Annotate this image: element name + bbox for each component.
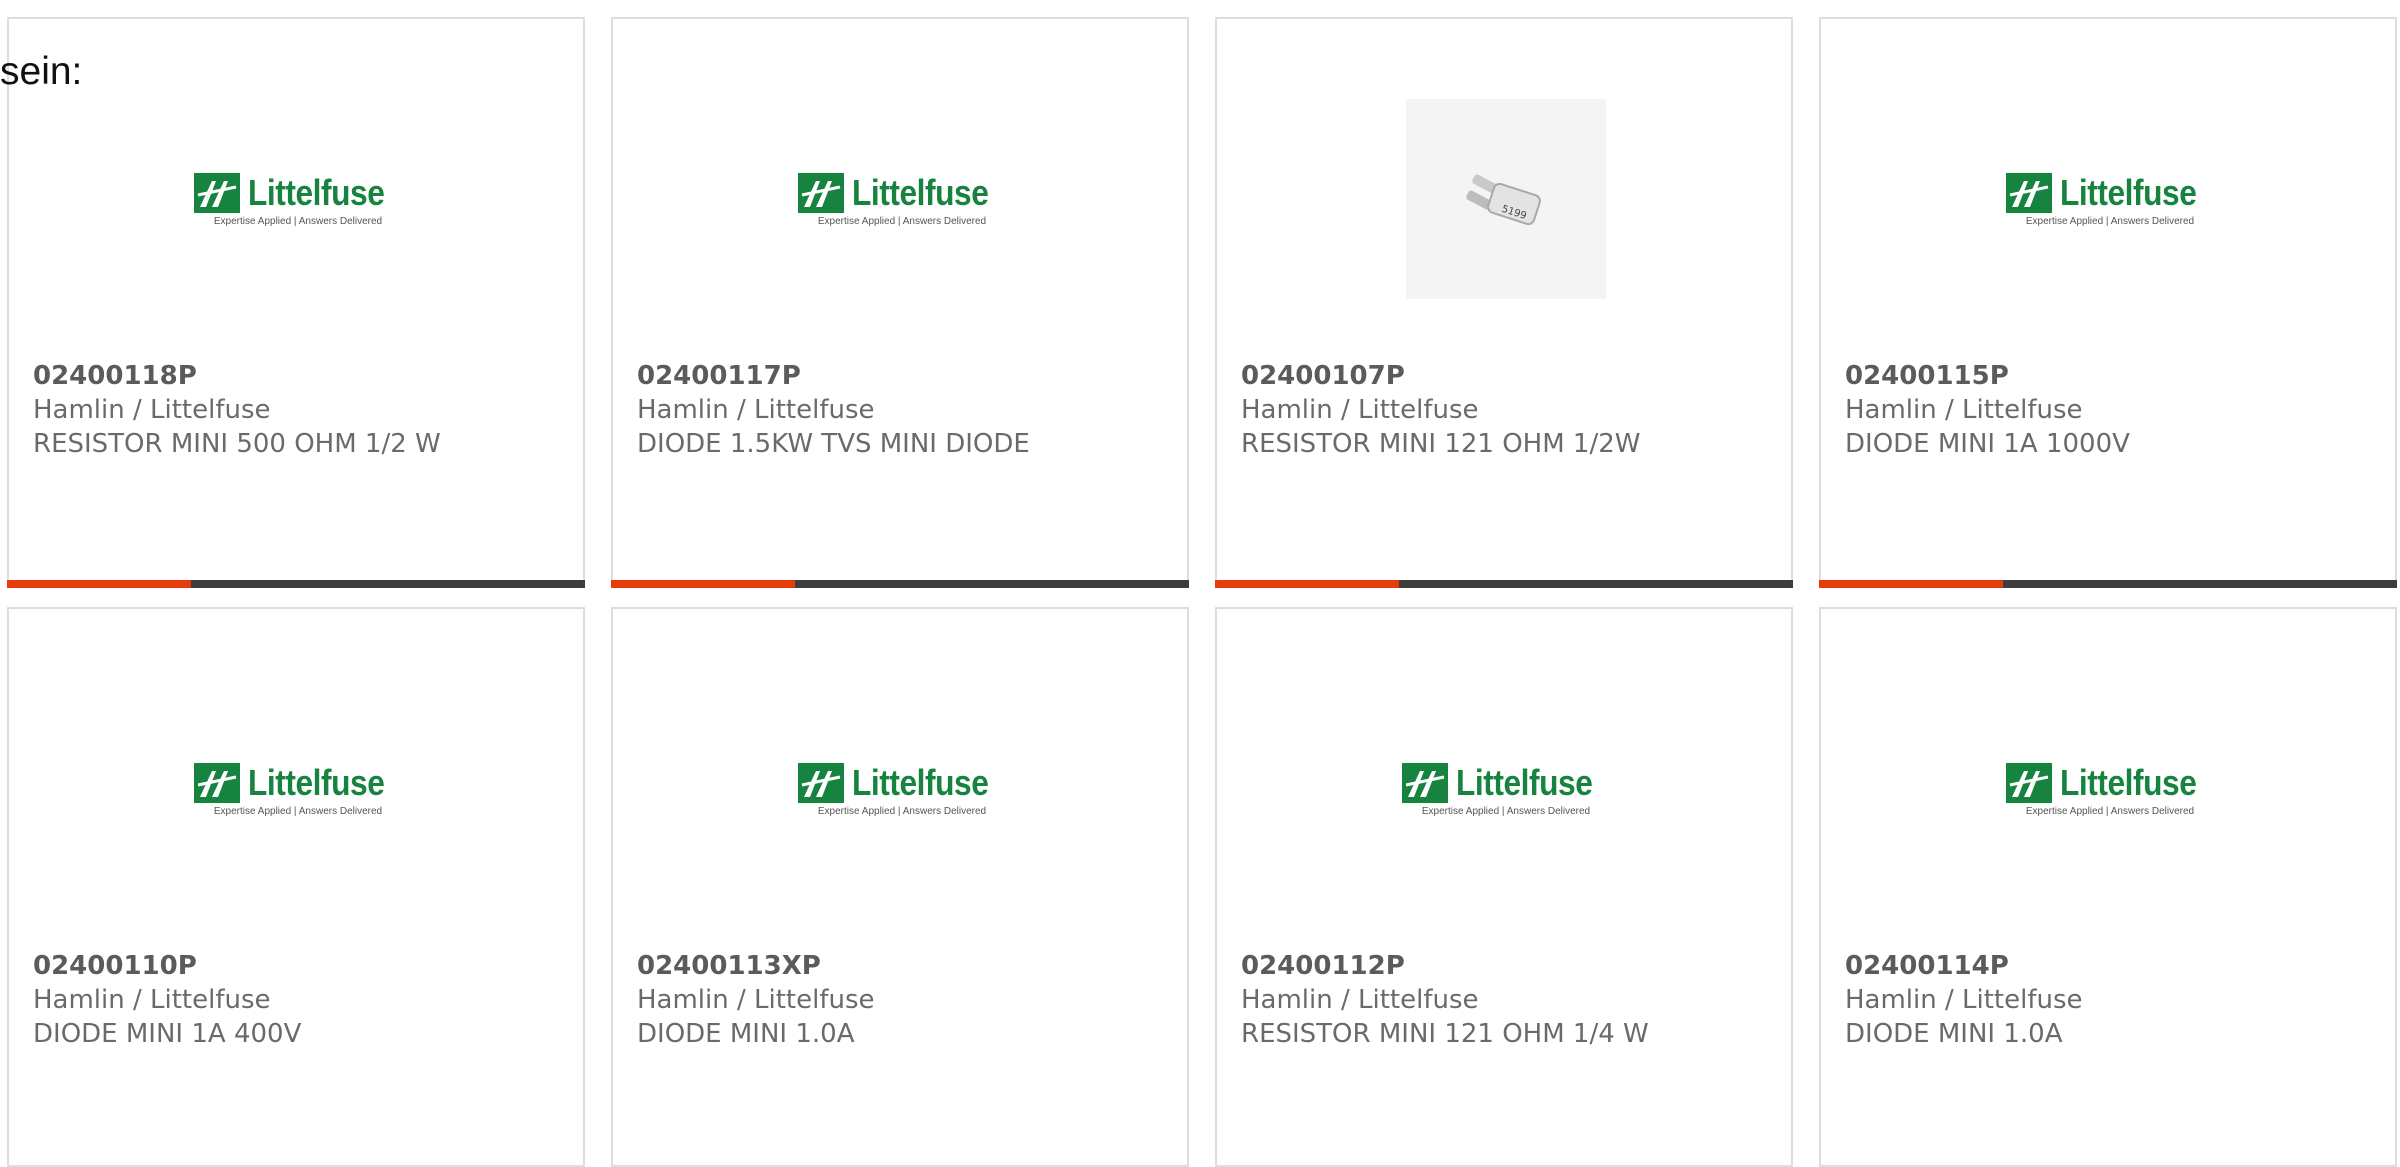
product-image[interactable]: Littelfuse Expertise Applied | Answers D…: [193, 689, 398, 889]
intro-text: sein:: [0, 50, 83, 93]
card-bottom-bar: [611, 580, 1189, 588]
littelfuse-logo: Littelfuse Expertise Applied | Answers D…: [193, 762, 403, 817]
description: DIODE MINI 1A 400V: [33, 1019, 302, 1049]
manufacturer: Hamlin / Littelfuse: [33, 395, 271, 425]
product-card[interactable]: Littelfuse Expertise Applied | Answers D…: [1819, 17, 2397, 588]
manufacturer: Hamlin / Littelfuse: [33, 985, 271, 1015]
littelfuse-emblem-icon: [797, 762, 844, 803]
littelfuse-emblem-icon: [2005, 762, 2052, 803]
littelfuse-emblem-icon: [797, 172, 844, 213]
description: DIODE MINI 1.0A: [637, 1019, 855, 1049]
description: RESISTOR MINI 500 OHM 1/2 W: [33, 429, 441, 459]
manufacturer: Hamlin / Littelfuse: [1241, 985, 1479, 1015]
product-image[interactable]: Littelfuse Expertise Applied | Answers D…: [1401, 689, 1606, 889]
manufacturer: Hamlin / Littelfuse: [637, 395, 875, 425]
product-image[interactable]: Littelfuse Expertise Applied | Answers D…: [797, 99, 1002, 299]
product-image[interactable]: Littelfuse Expertise Applied | Answers D…: [193, 99, 398, 299]
description: DIODE 1.5KW TVS MINI DIODE: [637, 429, 1030, 459]
product-image[interactable]: Littelfuse Expertise Applied | Answers D…: [797, 689, 1002, 889]
manufacturer: Hamlin / Littelfuse: [1241, 395, 1479, 425]
description: RESISTOR MINI 121 OHM 1/2W: [1241, 429, 1641, 459]
description: RESISTOR MINI 121 OHM 1/4 W: [1241, 1019, 1649, 1049]
littelfuse-emblem-icon: [1401, 762, 1448, 803]
littelfuse-logo: Littelfuse Expertise Applied | Answers D…: [1401, 762, 1611, 817]
part-number[interactable]: 02400113XP: [637, 949, 1177, 983]
card-bottom-bar: [1215, 580, 1793, 588]
product-card[interactable]: Littelfuse Expertise Applied | Answers D…: [7, 17, 585, 588]
part-number[interactable]: 02400117P: [637, 359, 1177, 393]
product-image[interactable]: Littelfuse Expertise Applied | Answers D…: [2005, 99, 2210, 299]
product-image[interactable]: Littelfuse Expertise Applied | Answers D…: [2005, 689, 2210, 889]
description: DIODE MINI 1A 1000V: [1845, 429, 2130, 459]
card-bottom-bar: [1819, 580, 2397, 588]
product-card[interactable]: Littelfuse Expertise Applied | Answers D…: [611, 17, 1189, 588]
product-card[interactable]: 5199 02400107P Hamlin / Littelfuse RESIS…: [1215, 17, 1793, 588]
littelfuse-emblem-icon: [193, 762, 240, 803]
manufacturer: Hamlin / Littelfuse: [1845, 395, 2083, 425]
resistor-module-photo: 5199: [1466, 174, 1541, 226]
part-number[interactable]: 02400107P: [1241, 359, 1781, 393]
product-card[interactable]: Littelfuse Expertise Applied | Answers D…: [611, 607, 1189, 1167]
littelfuse-logo: Littelfuse Expertise Applied | Answers D…: [797, 172, 1007, 227]
product-image[interactable]: 5199: [1406, 99, 1606, 299]
littelfuse-logo: Littelfuse Expertise Applied | Answers D…: [2005, 172, 2215, 227]
product-card[interactable]: Littelfuse Expertise Applied | Answers D…: [7, 607, 585, 1167]
part-number[interactable]: 02400112P: [1241, 949, 1781, 983]
product-card[interactable]: Littelfuse Expertise Applied | Answers D…: [1819, 607, 2397, 1167]
manufacturer: Hamlin / Littelfuse: [637, 985, 875, 1015]
littelfuse-logo: Littelfuse Expertise Applied | Answers D…: [797, 762, 1007, 817]
manufacturer: Hamlin / Littelfuse: [1845, 985, 2083, 1015]
card-bottom-bar: [7, 580, 585, 588]
part-number[interactable]: 02400118P: [33, 359, 573, 393]
part-number[interactable]: 02400115P: [1845, 359, 2385, 393]
littelfuse-logo: Littelfuse Expertise Applied | Answers D…: [2005, 762, 2215, 817]
littelfuse-emblem-icon: [193, 172, 240, 213]
part-number[interactable]: 02400114P: [1845, 949, 2385, 983]
littelfuse-logo: Littelfuse Expertise Applied | Answers D…: [193, 172, 403, 227]
littelfuse-emblem-icon: [2005, 172, 2052, 213]
part-number[interactable]: 02400110P: [33, 949, 573, 983]
product-card[interactable]: Littelfuse Expertise Applied | Answers D…: [1215, 607, 1793, 1167]
description: DIODE MINI 1.0A: [1845, 1019, 2063, 1049]
